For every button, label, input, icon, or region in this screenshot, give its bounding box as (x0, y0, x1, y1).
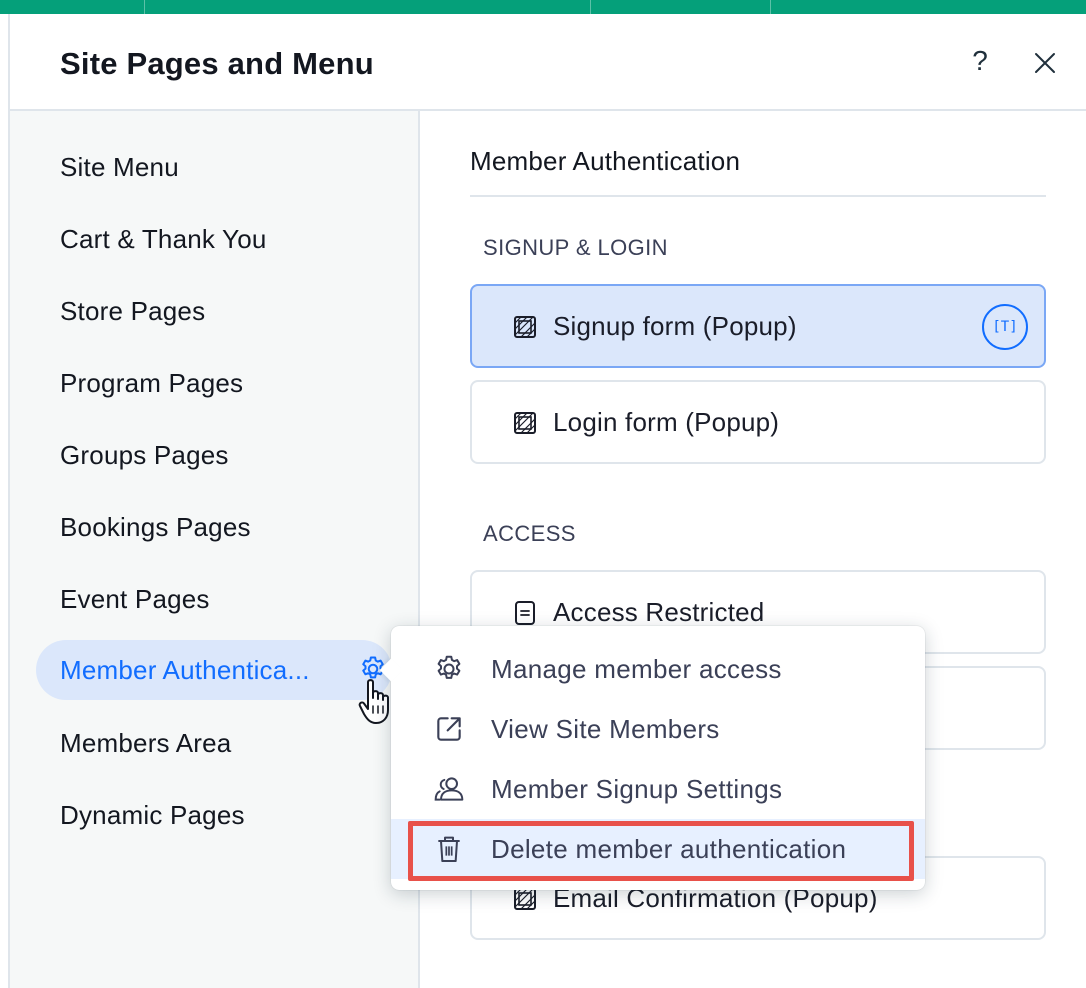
section-title: Member Authentication (470, 146, 741, 176)
sidebar-item-site-menu[interactable]: Site Menu (60, 147, 179, 187)
sidebar-item-cart-thank-you[interactable]: Cart & Thank You (60, 219, 267, 259)
menu-item-member-signup-settings[interactable]: Member Signup Settings (391, 759, 925, 819)
sidebar-item-member-authentication[interactable]: Member Authentica... (36, 640, 392, 724)
help-button[interactable]: ? (965, 44, 995, 78)
menu-item-delete-member-authentication[interactable]: Delete member authentication (391, 819, 925, 879)
members-icon (434, 777, 464, 801)
page-card-login-form[interactable]: Login form (Popup) (470, 380, 1046, 464)
panel-title: Site Pages and Menu (60, 46, 374, 81)
sidebar-item-program-pages[interactable]: Program Pages (60, 363, 243, 403)
menu-item-label: View Site Members (491, 714, 720, 744)
page-label: Login form (Popup) (553, 407, 780, 437)
sidebar-item-label: Member Authentica... (60, 655, 310, 685)
menu-item-manage-member-access[interactable]: Manage member access (391, 639, 925, 699)
page-label: Signup form (Popup) (553, 311, 797, 341)
page-label: Access Restricted (553, 597, 765, 627)
external-link-icon (437, 717, 461, 741)
top-bar-divider (770, 0, 771, 14)
sidebar-item-store-pages[interactable]: Store Pages (60, 291, 205, 331)
top-bar-divider (590, 0, 591, 14)
sidebar-item-groups-pages[interactable]: Groups Pages (60, 435, 229, 475)
page-settings-context-menu: Manage member access View Site Members M… (379, 626, 925, 890)
page-card-signup-form[interactable]: Signup form (Popup) [T] (470, 284, 1046, 368)
editor-top-bar (0, 0, 1086, 14)
top-bar-divider (144, 0, 145, 14)
gear-icon (437, 655, 461, 679)
pages-sidebar: Site Menu Cart & Thank You Store Pages P… (10, 111, 420, 988)
page-icon (515, 601, 535, 625)
sidebar-item-bookings-pages[interactable]: Bookings Pages (60, 507, 251, 547)
sidebar-item-dynamic-pages[interactable]: Dynamic Pages (60, 795, 245, 835)
trash-icon (438, 836, 460, 862)
menu-item-label: Delete member authentication (491, 834, 847, 864)
sidebar-item-event-pages[interactable]: Event Pages (60, 579, 210, 619)
popup-page-icon (514, 412, 536, 434)
menu-item-label: Manage member access (491, 654, 782, 684)
close-button[interactable] (1028, 46, 1062, 80)
panel-header: Site Pages and Menu ? (10, 14, 1086, 111)
popup-page-icon (514, 316, 536, 338)
divider (470, 195, 1046, 197)
group-label-access: ACCESS (483, 521, 576, 546)
text-settings-badge[interactable]: [T] (982, 304, 1028, 350)
sidebar-item-members-area[interactable]: Members Area (60, 723, 231, 763)
group-label-signup-login: SIGNUP & LOGIN (483, 235, 668, 260)
menu-item-label: Member Signup Settings (491, 774, 783, 804)
menu-item-view-site-members[interactable]: View Site Members (391, 699, 925, 759)
close-icon (1035, 53, 1055, 73)
